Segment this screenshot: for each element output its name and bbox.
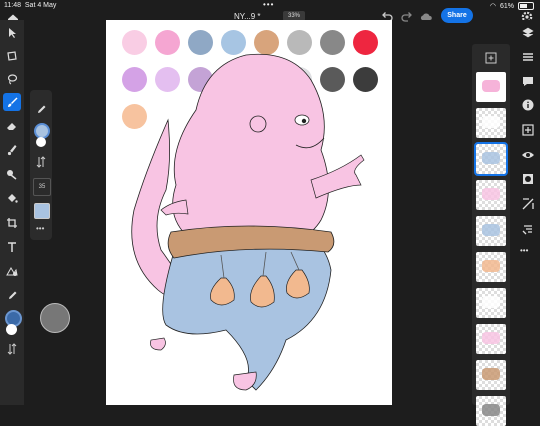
battery-percent: 61% xyxy=(499,2,514,10)
cloud-icon[interactable] xyxy=(419,10,433,24)
adjust-icon[interactable] xyxy=(521,197,535,211)
left-toolbar xyxy=(0,20,24,405)
more-icon[interactable]: ••• xyxy=(520,246,528,255)
swap-icon xyxy=(7,343,17,355)
creature-foot-left xyxy=(150,337,166,351)
text-icon xyxy=(8,242,16,252)
layer-thumbnail[interactable] xyxy=(476,360,506,390)
layer-content-preview xyxy=(482,260,500,272)
layer-thumbnail[interactable] xyxy=(476,108,506,138)
eraser-tool[interactable] xyxy=(3,117,21,135)
fill-icon xyxy=(8,194,18,203)
swap-icon[interactable] xyxy=(35,156,47,168)
layer-thumbnail[interactable] xyxy=(474,142,508,176)
layer-content-preview xyxy=(482,296,500,308)
link-icon[interactable] xyxy=(521,222,535,236)
brush-tool[interactable] xyxy=(3,93,21,111)
secondary-color-swatch[interactable] xyxy=(6,324,17,335)
layer-content-preview xyxy=(482,116,500,128)
layer-content-preview xyxy=(482,404,500,416)
crop-tool[interactable] xyxy=(3,214,21,232)
share-button[interactable]: Share xyxy=(441,8,473,23)
info-icon[interactable] xyxy=(521,98,535,112)
right-toolbar: ••• xyxy=(516,20,540,405)
layer-thumbnail[interactable] xyxy=(476,216,506,246)
more-icon[interactable]: ••• xyxy=(36,224,44,233)
layer-thumbnail[interactable] xyxy=(476,288,506,318)
transform-tool[interactable] xyxy=(3,47,21,65)
select-tool[interactable] xyxy=(3,24,21,42)
eraser-icon xyxy=(7,123,16,130)
layer-properties-icon[interactable] xyxy=(521,50,535,64)
fill-tool[interactable] xyxy=(3,189,21,207)
brush-size-value[interactable]: 35 xyxy=(33,178,51,196)
add-layer-icon[interactable] xyxy=(521,123,535,137)
current-fill-swatch[interactable] xyxy=(34,203,50,219)
comments-icon[interactable] xyxy=(521,74,535,88)
creature-eye xyxy=(294,114,310,126)
layers-icon[interactable] xyxy=(521,26,535,40)
lasso-icon xyxy=(7,74,18,85)
artwork xyxy=(131,53,365,391)
layer-content-preview xyxy=(482,224,500,236)
lasso-tool[interactable] xyxy=(3,70,21,88)
visibility-icon[interactable] xyxy=(521,148,535,162)
select-icon xyxy=(9,28,16,38)
creature-pants xyxy=(162,234,332,391)
smudge-tool[interactable] xyxy=(3,141,21,159)
brush-options-panel: 35 ••• xyxy=(30,90,52,240)
layer-thumbnail[interactable] xyxy=(476,252,506,282)
layer-content-preview xyxy=(482,188,500,200)
layer-content-preview xyxy=(482,80,500,92)
layer-thumbnail[interactable] xyxy=(476,180,506,210)
layer-thumbnail[interactable] xyxy=(476,396,506,426)
mask-icon[interactable] xyxy=(521,172,535,186)
layers-panel xyxy=(472,44,510,426)
clone-tool[interactable] xyxy=(3,165,21,183)
wifi-icon: ◠ xyxy=(489,3,496,10)
shape-icon xyxy=(6,267,18,276)
swap-colors-button[interactable] xyxy=(3,340,21,358)
brush-icon xyxy=(8,97,18,107)
layer-content-preview xyxy=(482,332,500,344)
status-date: Sat 4 May xyxy=(24,2,57,9)
drawing-canvas[interactable] xyxy=(106,20,392,405)
layer-thumbnail[interactable] xyxy=(476,324,506,354)
redo-icon[interactable] xyxy=(400,10,414,24)
crop-icon xyxy=(7,218,17,228)
multitask-dots[interactable]: ••• xyxy=(263,0,274,9)
layer-thumbnail[interactable] xyxy=(476,72,506,102)
panel-secondary-swatch[interactable] xyxy=(36,137,46,147)
smudge-icon xyxy=(7,145,17,156)
eyedropper-icon[interactable] xyxy=(35,104,47,116)
layer-content-preview xyxy=(482,368,500,380)
eyedropper-tool[interactable] xyxy=(3,287,21,305)
shape-tool[interactable] xyxy=(3,262,21,280)
creature-ear xyxy=(249,115,267,133)
add-layer-icon[interactable] xyxy=(485,52,497,64)
layer-content-preview xyxy=(482,152,500,164)
creature-body xyxy=(172,53,329,249)
clone-icon xyxy=(7,170,17,180)
battery-icon xyxy=(518,2,534,10)
status-time: 11:48 Sat 4 May xyxy=(4,2,57,9)
text-tool[interactable] xyxy=(3,238,21,256)
eyedropper-icon xyxy=(9,291,17,299)
status-right: ◠ 61% xyxy=(490,2,534,10)
brush-size-preview[interactable] xyxy=(40,303,70,333)
transform-icon xyxy=(7,51,17,61)
